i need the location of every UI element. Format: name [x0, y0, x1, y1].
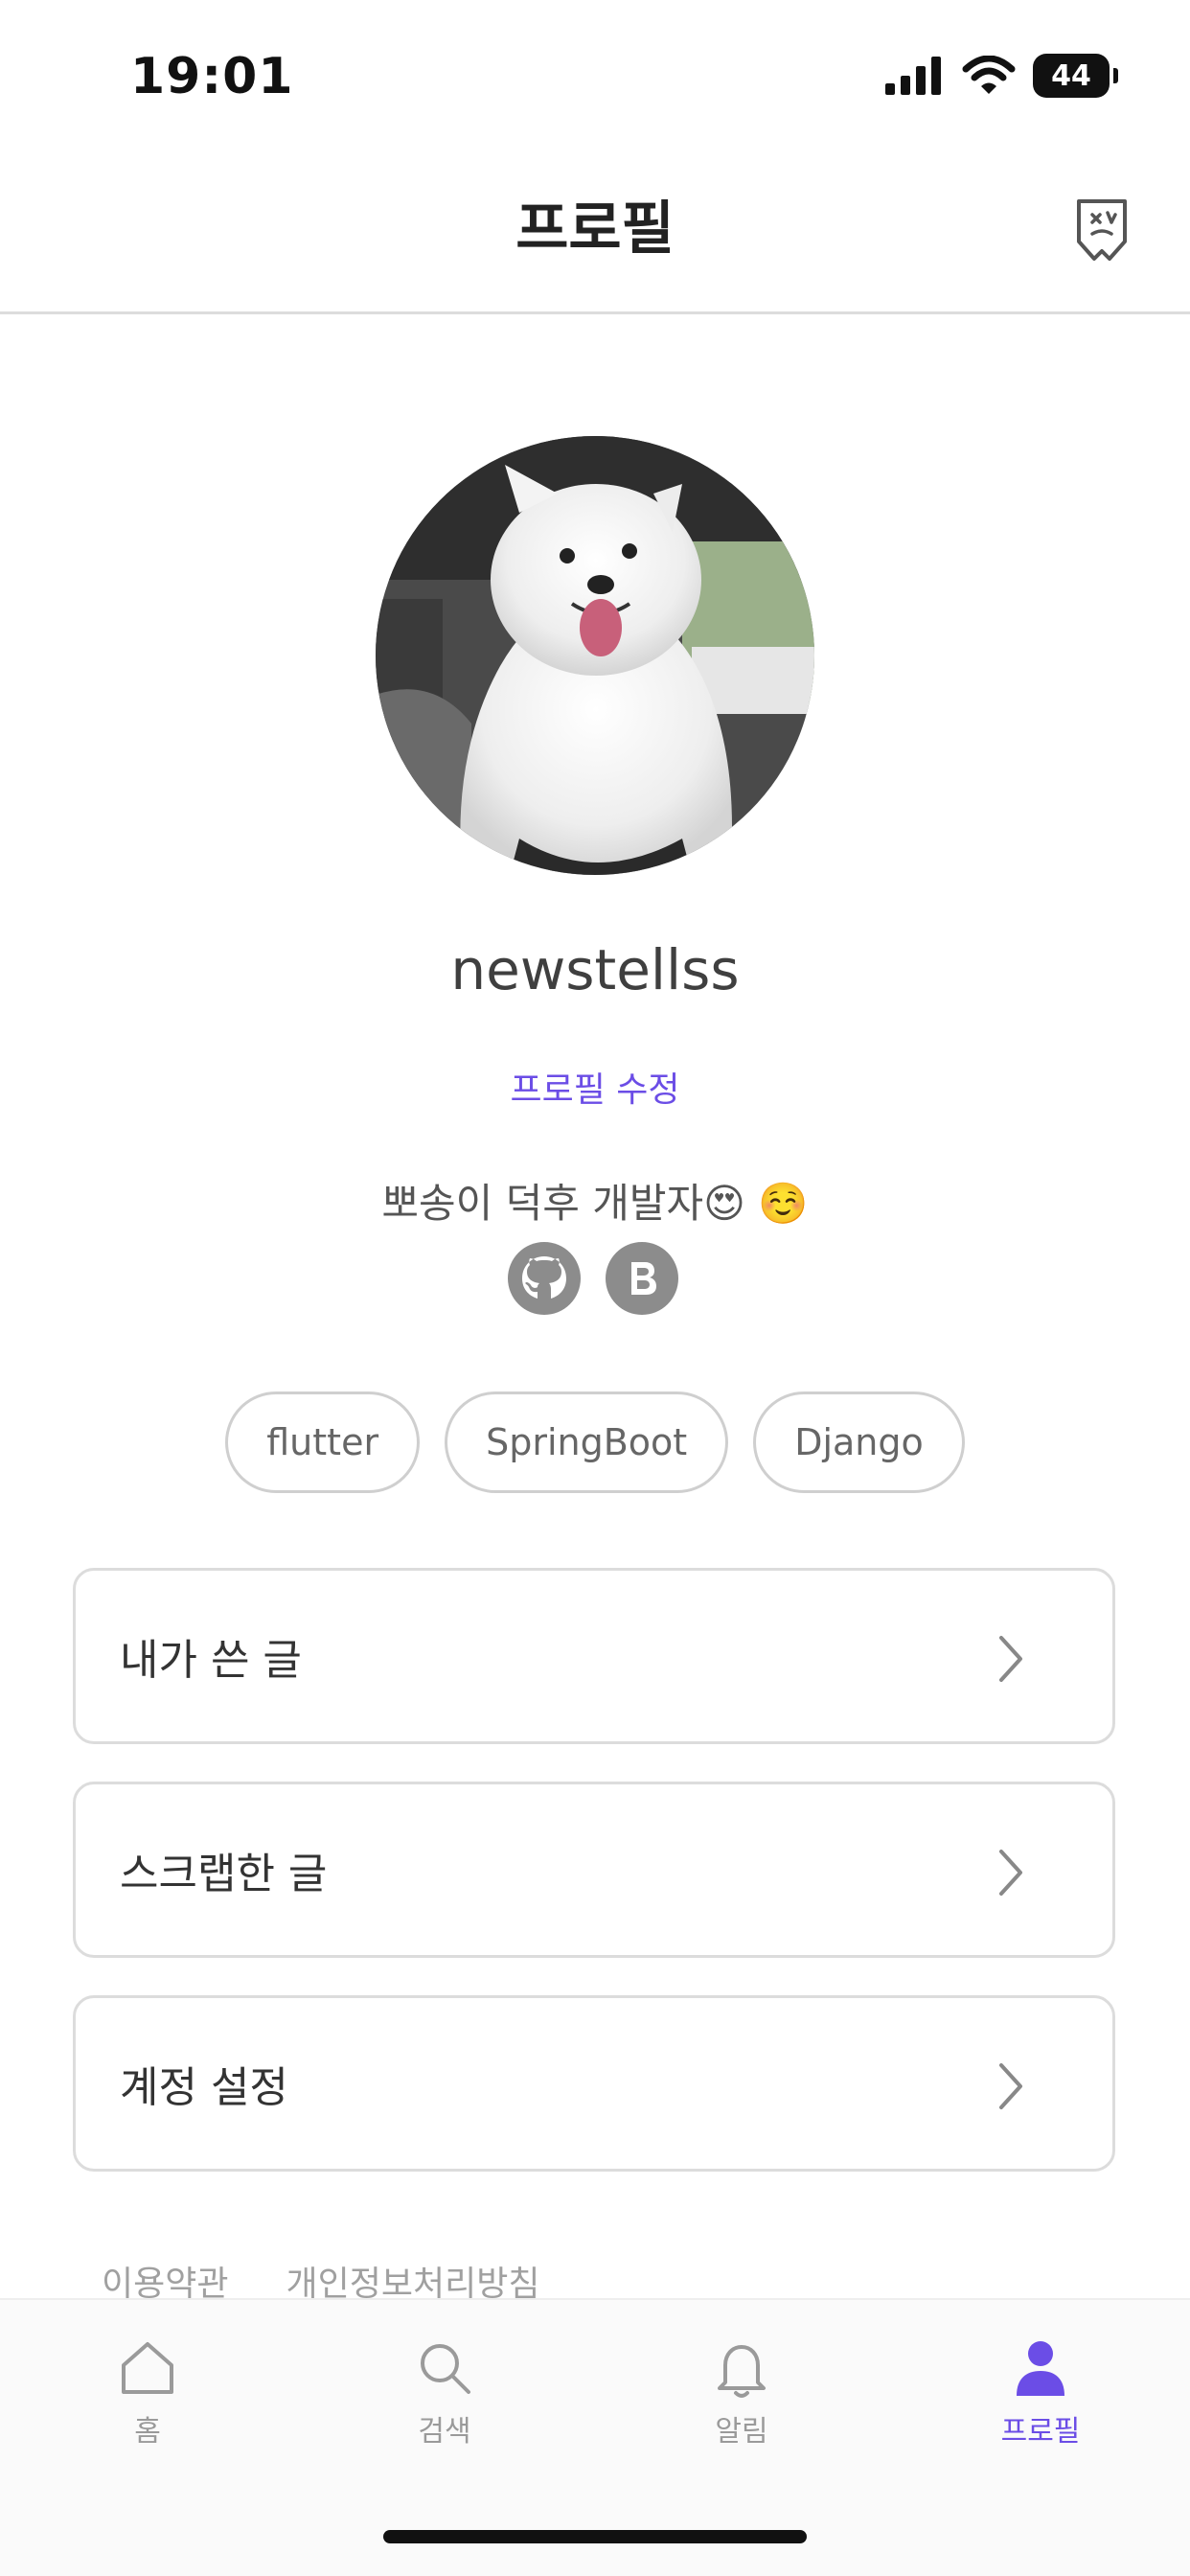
github-icon[interactable] — [508, 1242, 581, 1315]
menu-scraps[interactable]: 스크랩한 글 — [73, 1782, 1115, 1958]
bell-icon — [718, 2345, 766, 2398]
battery-indicator: 44 — [1033, 54, 1118, 98]
menu-account-settings[interactable]: 계정 설정 — [73, 1995, 1115, 2172]
blog-icon[interactable] — [606, 1242, 678, 1315]
tab-profile[interactable]: 프로필 — [945, 2334, 1136, 2450]
battery-level: 44 — [1051, 58, 1091, 93]
profile-bio: 뽀송이 덕후 개발자😍 ☺️ — [381, 1180, 809, 1227]
avatar[interactable] — [376, 436, 814, 875]
menu-label: 계정 설정 — [120, 2063, 288, 2112]
tab-label: 프로필 — [1000, 2415, 1081, 2449]
social-links — [508, 1242, 678, 1315]
username: newstellss — [450, 937, 740, 1002]
status-icons: 44 — [885, 54, 1118, 98]
status-bar: 19:01 44 — [0, 0, 1190, 144]
tag-list: flutter SpringBoot Django — [0, 1392, 1190, 1493]
home-indicator — [383, 2530, 807, 2543]
edit-profile-link[interactable]: 프로필 수정 — [0, 1062, 1190, 1112]
tab-label: 홈 — [134, 2415, 161, 2449]
tab-home[interactable]: 홈 — [52, 2334, 243, 2450]
wifi-icon — [962, 56, 1016, 94]
page-title: 프로필 — [515, 196, 675, 263]
chevron-right-icon — [999, 1850, 1022, 1896]
cellular-signal-icon — [885, 57, 941, 95]
tab-notifications[interactable]: 알림 — [646, 2334, 837, 2450]
chevron-right-icon — [999, 2063, 1022, 2109]
tag-chip[interactable]: Django — [753, 1392, 965, 1493]
tab-label: 검색 — [418, 2415, 471, 2449]
tag-chip[interactable]: flutter — [225, 1392, 421, 1493]
menu-label: 스크랩한 글 — [120, 1850, 328, 1898]
tab-label: 알림 — [715, 2415, 768, 2449]
person-icon — [1017, 2341, 1064, 2396]
app-header: 프로필 — [0, 153, 1190, 314]
home-icon — [122, 2342, 173, 2394]
tag-chip[interactable]: SpringBoot — [445, 1392, 729, 1493]
chevron-right-icon — [999, 1636, 1022, 1682]
menu-label: 내가 쓴 글 — [120, 1636, 302, 1685]
tab-search[interactable]: 검색 — [349, 2334, 540, 2450]
search-icon — [421, 2344, 470, 2394]
menu-my-posts[interactable]: 내가 쓴 글 — [73, 1568, 1115, 1744]
status-time: 19:01 — [130, 48, 294, 105]
badge-icon[interactable] — [1073, 197, 1131, 263]
profile-photo — [376, 436, 814, 875]
